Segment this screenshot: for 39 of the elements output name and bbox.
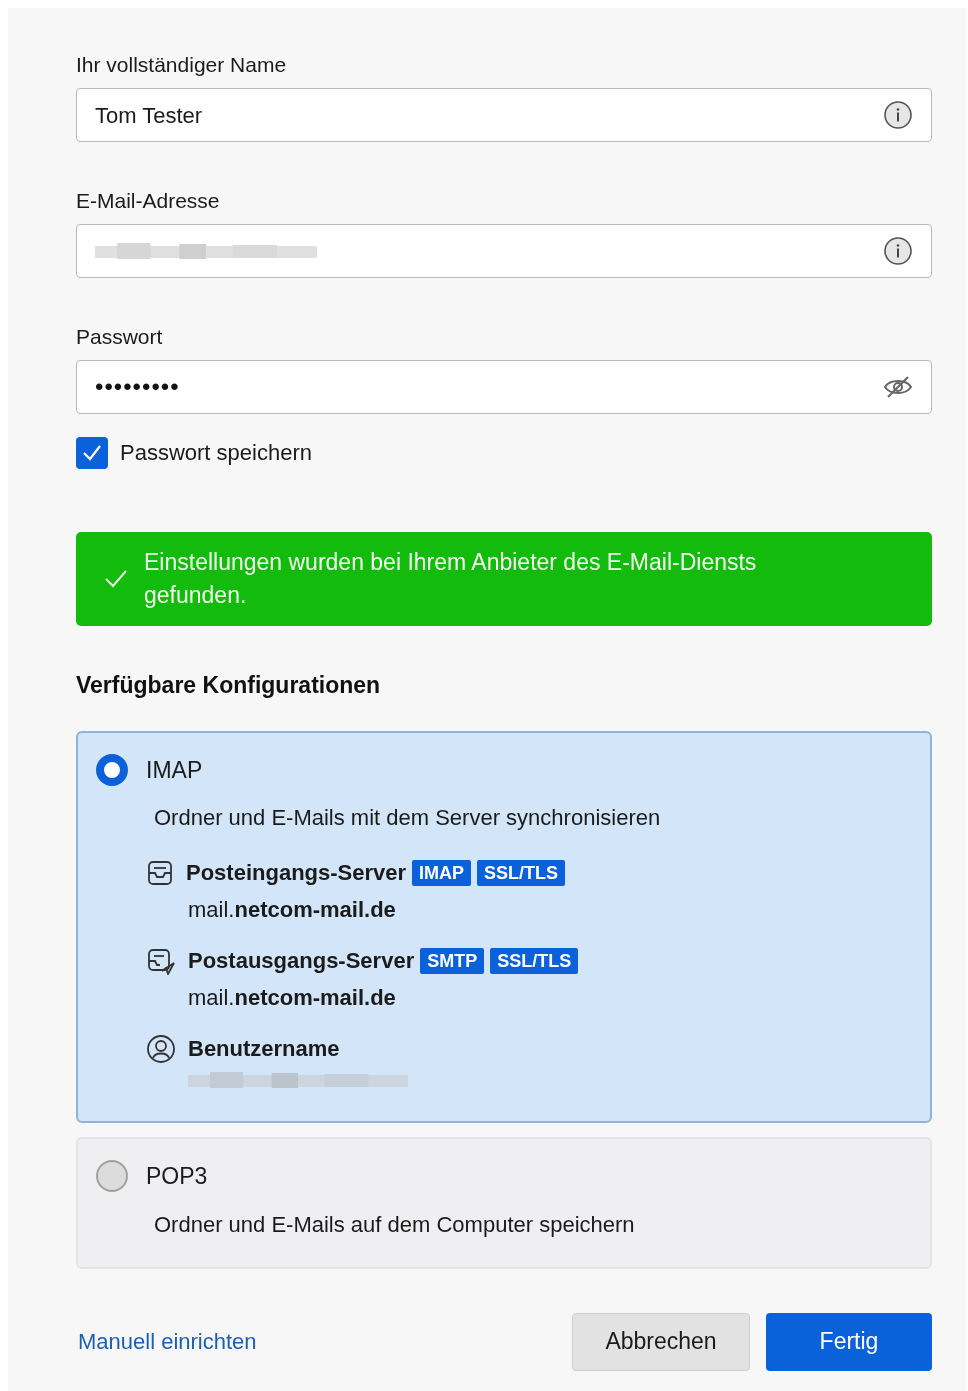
field-label: Passwort [76, 324, 164, 350]
checkbox-label: Passwort speichern [120, 439, 312, 467]
option-title: IMAP [146, 755, 203, 785]
radio-button[interactable] [96, 753, 128, 786]
server-hostname: mail.netcom-mail.de [188, 897, 396, 922]
input-field[interactable]: Tom Tester [76, 88, 932, 142]
protocol-tag: SMTP [420, 947, 485, 974]
done-button[interactable]: Fertig [766, 1312, 932, 1371]
outbox-tray-icon [146, 946, 176, 975]
check-icon [104, 569, 128, 589]
manual-setup-link[interactable]: Manuell einrichten [76, 1325, 257, 1358]
cancel-button[interactable]: Abbrechen [572, 1312, 750, 1371]
protocol-tag: SSL/TLS [490, 947, 579, 974]
protocol-tag: SSL/TLS [477, 859, 566, 886]
user-circle-icon [146, 1033, 176, 1064]
password-field[interactable]: ••••••••• [76, 360, 932, 414]
section-heading: Verfügbare Konfigurationen [76, 671, 382, 700]
option-description: Ordner und E-Mails auf dem Computer speichern [154, 1211, 635, 1237]
checkbox[interactable] [76, 436, 108, 469]
option-description: Ordner und E-Mails mit dem Server synchronisieren [154, 805, 661, 830]
field-value: ••••••••• [95, 372, 180, 402]
server-hostname: mail.netcom-mail.de [188, 985, 396, 1010]
field-label: E-Mail-Adresse [76, 188, 221, 214]
field-label: Ihr vollständiger Name [76, 52, 288, 78]
server-label: Postausgangs-Server [188, 947, 415, 975]
info-icon[interactable] [883, 236, 913, 266]
server-label: Benutzername [188, 1035, 340, 1063]
configuration-option[interactable]: POP3 Ordner und E-Mails auf dem Computer speichern [76, 1137, 932, 1269]
hide-password-icon[interactable] [883, 374, 913, 400]
option-title: POP3 [146, 1162, 208, 1191]
configuration-option[interactable]: IMAP Ordner und E-Mails mit dem Server synchronisieren Posteingangs-Server IMAP SSL/TLS mail.netcom-mail.de Postausgangs-Server SMTP SSL/TLS mail.netcom-mail.de Benutzername [76, 730, 932, 1123]
field-value: Tom Tester [95, 101, 203, 130]
info-icon[interactable] [883, 100, 913, 130]
radio-button[interactable] [96, 1160, 128, 1193]
server-label: Posteingangs-Server [186, 859, 407, 887]
inbox-tray-icon [146, 858, 174, 887]
protocol-tag: IMAP [412, 859, 472, 886]
input-field[interactable] [76, 224, 932, 278]
banner-text: Einstellungen wurden bei Ihrem Anbieter des E-Mail-Diensts gefunden. [144, 548, 758, 610]
